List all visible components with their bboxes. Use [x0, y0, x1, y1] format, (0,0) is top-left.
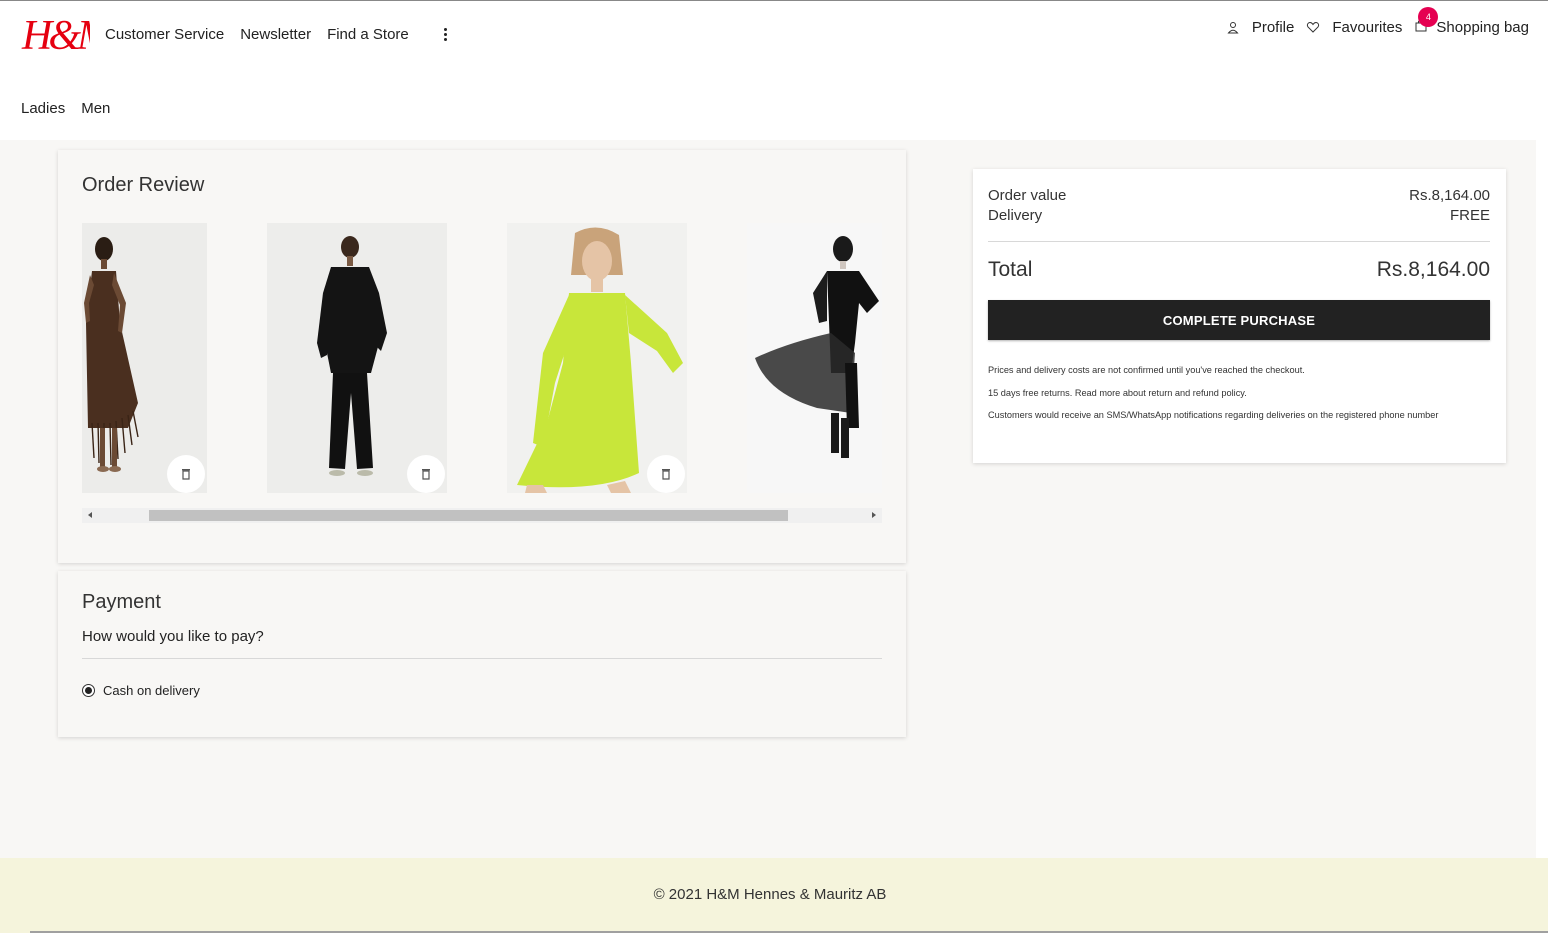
payment-question: How would you like to pay? [82, 628, 264, 645]
dept-men[interactable]: Men [81, 100, 110, 117]
checkout-main: Order Review Payment How would you like … [0, 140, 1536, 858]
trash-icon [662, 469, 670, 480]
site-footer: © 2021 H&M Hennes & Mauritz AB [0, 858, 1548, 933]
remove-item-button[interactable] [167, 455, 205, 493]
delivery-label: Delivery [988, 207, 1043, 224]
remove-item-button[interactable] [407, 455, 445, 493]
returns-note: 15 days free returns. Read more about re… [988, 388, 1247, 398]
product-black-suit-image [267, 223, 447, 493]
scroll-left-arrow-icon[interactable] [88, 512, 92, 518]
profile-link[interactable]: Profile [1226, 18, 1295, 36]
heart-icon [1307, 22, 1320, 33]
product-card[interactable] [82, 223, 207, 493]
order-review-title: Order Review [82, 174, 205, 196]
favourites-label: Favourites [1332, 18, 1403, 36]
order-value-label: Order value [988, 187, 1067, 204]
scroll-right-arrow-icon[interactable] [872, 512, 876, 518]
nav-customer-service[interactable]: Customer Service [105, 26, 224, 43]
product-black-chiffon-dress-image [747, 223, 882, 493]
scrollbar-thumb[interactable] [149, 510, 788, 521]
total-row: Total Rs.8,164.00 [988, 258, 1490, 282]
complete-purchase-button[interactable]: COMPLETE PURCHASE [988, 300, 1490, 340]
dept-ladies[interactable]: Ladies [21, 100, 65, 117]
remove-item-button[interactable] [647, 455, 685, 493]
cod-radio[interactable] [82, 684, 95, 697]
bag-icon-wrap: 4 [1414, 7, 1439, 36]
cod-label: Cash on delivery [103, 683, 200, 698]
sms-note: Customers would receive an SMS/WhatsApp … [988, 410, 1439, 420]
hm-logo[interactable]: H&M [20, 9, 90, 57]
payment-panel: Payment How would you like to pay? Cash … [58, 571, 906, 737]
department-nav: Ladies Men [21, 100, 110, 117]
trash-icon [422, 469, 430, 480]
total-label: Total [988, 258, 1033, 281]
summary-divider [988, 241, 1490, 242]
bag-count-badge: 4 [1418, 7, 1439, 27]
carousel-scrollbar[interactable] [82, 508, 882, 523]
profile-icon [1227, 22, 1239, 34]
product-card[interactable] [747, 223, 882, 493]
delivery-row: Delivery FREE [988, 207, 1490, 224]
top-nav: Customer Service Newsletter Find a Store [105, 26, 409, 43]
order-value-row: Order value Rs.8,164.00 [988, 187, 1490, 204]
trash-icon [182, 469, 190, 480]
shopping-bag-link[interactable]: 4 Shopping bag [1414, 7, 1529, 36]
nav-newsletter[interactable]: Newsletter [240, 26, 311, 43]
product-brown-fringe-dress-image [82, 223, 207, 493]
payment-title: Payment [82, 591, 161, 613]
payment-option-cod[interactable]: Cash on delivery [82, 683, 200, 698]
shopping-bag-label: Shopping bag [1436, 18, 1529, 36]
order-value-amount: Rs.8,164.00 [1409, 187, 1490, 204]
site-header: H&M Customer Service Newsletter Find a S… [0, 1, 1548, 140]
copyright-text: © 2021 H&M Hennes & Mauritz AB [653, 886, 887, 903]
total-amount: Rs.8,164.00 [1376, 258, 1490, 281]
product-card[interactable] [507, 223, 687, 493]
nav-find-a-store[interactable]: Find a Store [327, 26, 409, 43]
order-review-panel: Order Review [58, 150, 906, 563]
pricing-note: Prices and delivery costs are not confir… [988, 365, 1305, 375]
more-menu-icon[interactable] [440, 26, 450, 44]
favourites-link[interactable]: Favourites [1306, 19, 1402, 36]
product-carousel[interactable] [82, 223, 882, 493]
hm-logo-text: H&M [21, 13, 90, 57]
profile-label: Profile [1251, 18, 1295, 36]
user-nav: Profile Favourites 4 Shopping bag [1214, 7, 1529, 36]
product-lime-mesh-dress-image [507, 223, 687, 493]
payment-divider [82, 658, 882, 659]
order-summary-panel: Order value Rs.8,164.00 Delivery FREE To… [973, 169, 1506, 463]
delivery-amount: FREE [1449, 207, 1490, 224]
product-card[interactable] [267, 223, 447, 493]
